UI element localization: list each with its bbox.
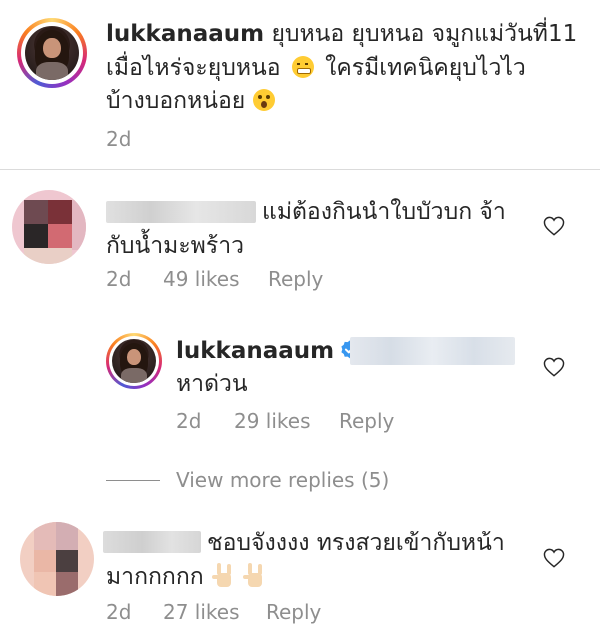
reply-username[interactable]: lukkanaaum — [176, 338, 334, 364]
comment-1-text-line2: กับน้ำมะพร้าว — [106, 233, 245, 259]
heart-outline-icon[interactable] — [543, 216, 565, 236]
main-comment-body: lukkanaaum ยุบหนอ ยุบหนอ จมูกแม่วันที่11 — [106, 18, 586, 50]
avatar-user-3[interactable] — [20, 522, 94, 596]
avatar-lukkanaaum-reply[interactable] — [106, 333, 162, 389]
reply-header: lukkanaaum — [176, 338, 361, 364]
reply-reply-button[interactable]: Reply — [339, 409, 394, 433]
rock-hand-emoji — [242, 563, 266, 589]
heart-outline-icon[interactable] — [543, 548, 565, 568]
view-more-line — [106, 480, 160, 481]
rock-hand-emoji — [211, 563, 235, 589]
comment-1-reply-button[interactable]: Reply — [268, 267, 323, 291]
comment-3-text-line2: มากกกกก — [106, 564, 204, 590]
comment-3-line2: มากกกกก — [106, 561, 586, 593]
comment-1-likes[interactable]: 49 likes — [163, 267, 240, 291]
surprised-face-emoji — [252, 89, 275, 111]
grimacing-face-emoji — [291, 56, 314, 78]
blurred-mention[interactable] — [350, 337, 515, 365]
comment-3-likes[interactable]: 27 likes — [163, 600, 240, 624]
reply-likes[interactable]: 29 likes — [234, 409, 311, 433]
comment-3-time: 2d — [106, 600, 132, 624]
main-comment-line3: บ้างบอกหน่อย — [106, 85, 586, 117]
main-comment-text-line3: บ้างบอกหน่อย — [106, 88, 246, 114]
heart-outline-icon[interactable] — [543, 357, 565, 377]
main-comment-text-line1: ยุบหนอ ยุบหนอ จมูกแม่วันที่11 — [271, 21, 578, 47]
divider — [0, 169, 600, 170]
main-comment-text-line2b: ใครมีเทคนิคยุบไวไว — [325, 55, 526, 81]
blurred-username-3[interactable] — [103, 531, 201, 553]
main-comment-line2: เมื่อไหร่จะยุบหนอ ใครมีเทคนิคยุบไวไว — [106, 52, 586, 84]
avatar-user-1[interactable] — [12, 190, 86, 264]
comment-1-time: 2d — [106, 267, 132, 291]
view-more-replies-button[interactable]: View more replies (5) — [176, 468, 389, 492]
comment-3-reply-button[interactable]: Reply — [266, 600, 321, 624]
main-comment-username[interactable]: lukkanaaum — [106, 21, 264, 47]
comment-3-text-line1: ชอบจังงงง ทรงสวยเข้ากับหน้า — [207, 530, 505, 556]
main-comment-time: 2d — [106, 127, 132, 151]
avatar-lukkanaaum[interactable] — [17, 18, 87, 88]
reply-time: 2d — [176, 409, 202, 433]
reply-text: หาด่วน — [176, 371, 248, 397]
blurred-username-1[interactable] — [106, 201, 256, 223]
comment-1-text-line1: แม่ต้องกินนำใบบัวบก จ้า — [262, 199, 506, 225]
main-comment-text-line2: เมื่อไหร่จะยุบหนอ — [106, 55, 281, 81]
